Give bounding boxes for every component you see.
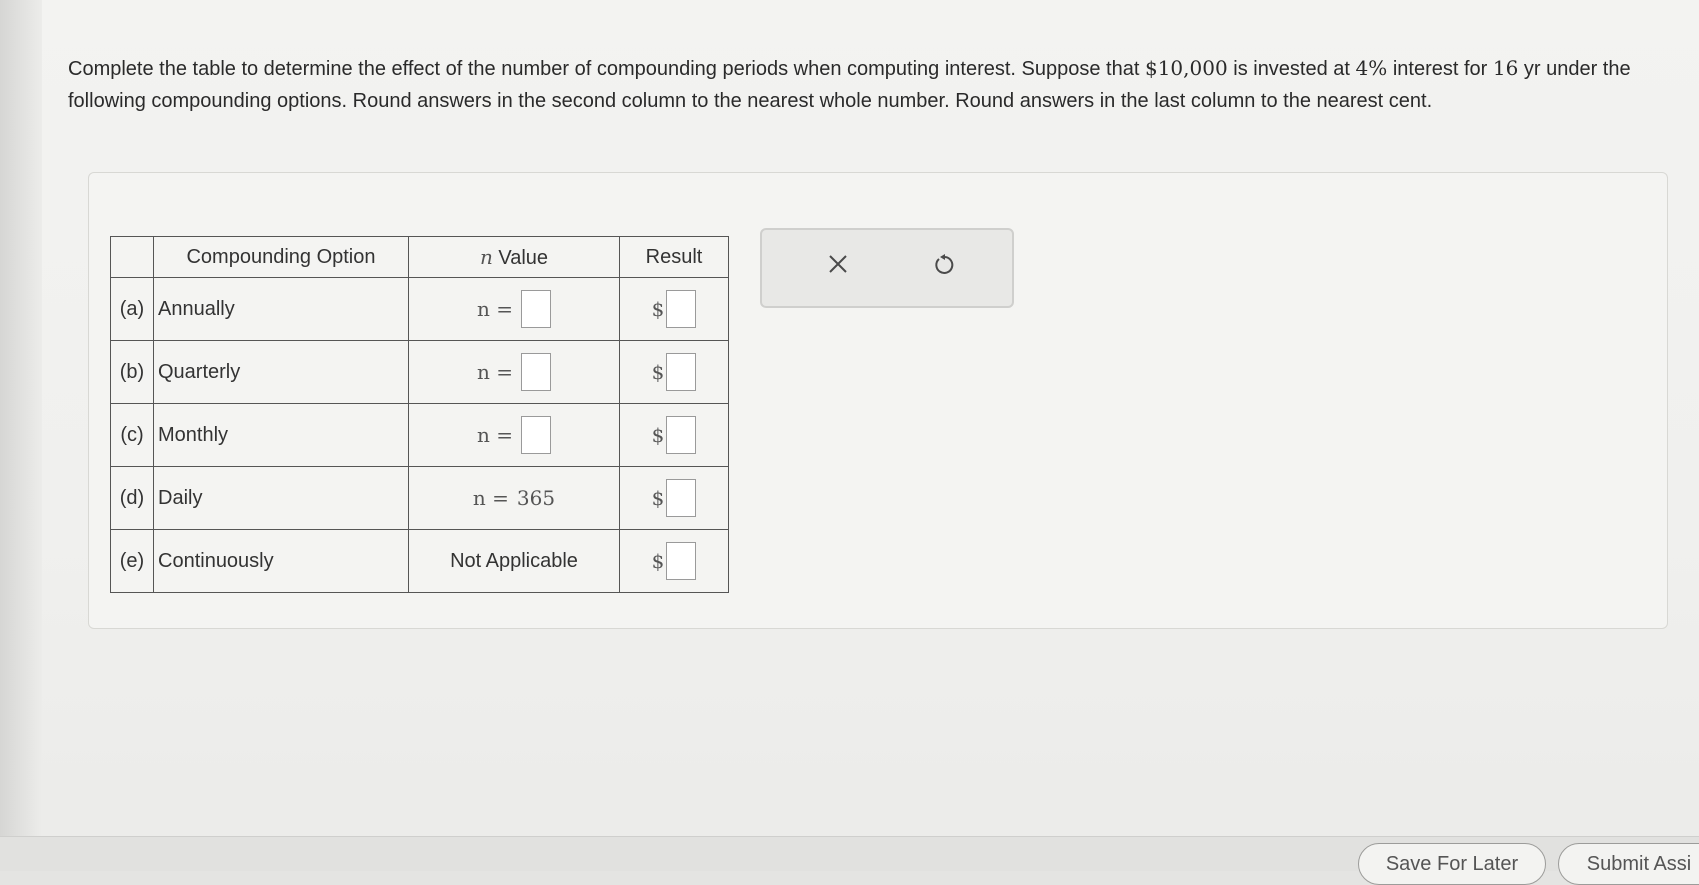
row-option: Continuously	[153, 529, 409, 593]
n-given-value: 365	[516, 485, 556, 510]
save-for-later-button[interactable]: Save For Later	[1358, 843, 1546, 885]
row-option: Monthly	[153, 403, 409, 467]
result-cell: $	[619, 340, 729, 404]
row-option: Daily	[153, 466, 409, 530]
result-cell: $	[619, 403, 729, 467]
table-row: (b) Quarterly n = $	[110, 340, 729, 404]
table-header-row: Compounding Option n Value Result	[110, 236, 729, 278]
table-row: (d) Daily n = 365 $	[110, 466, 729, 530]
left-edge	[0, 0, 42, 870]
submit-assignment-button[interactable]: Submit Assi	[1558, 843, 1699, 885]
n-equals: n =	[477, 423, 513, 447]
principal-amount: $10,000	[1144, 56, 1228, 80]
tool-panel	[760, 228, 1014, 308]
result-cell: $	[619, 277, 729, 341]
header-result: Result	[619, 236, 729, 278]
n-value-cell: n = 365	[408, 466, 620, 530]
n-input[interactable]	[521, 416, 551, 454]
interest-rate: 4%	[1355, 56, 1388, 80]
header-blank	[110, 236, 154, 278]
row-letter: (d)	[110, 466, 154, 530]
result-input[interactable]	[666, 479, 697, 517]
header-n-value: n Value	[408, 236, 620, 278]
dollar-sign: $	[651, 423, 665, 447]
result-input[interactable]	[666, 353, 697, 391]
n-value-cell: n =	[408, 277, 620, 341]
compounding-table: Compounding Option n Value Result (a) An…	[110, 236, 729, 593]
n-equals: n =	[472, 485, 509, 510]
header-option: Compounding Option	[153, 236, 409, 278]
n-value-cell: n =	[408, 403, 620, 467]
table-row: (a) Annually n = $	[110, 277, 729, 341]
reset-button[interactable]	[924, 246, 964, 286]
row-option: Quarterly	[153, 340, 409, 404]
dollar-sign: $	[651, 486, 665, 510]
n-equals: n =	[477, 360, 513, 384]
n-input[interactable]	[521, 290, 551, 328]
n-input[interactable]	[521, 353, 551, 391]
clear-button[interactable]	[818, 246, 858, 286]
undo-icon	[933, 253, 955, 280]
result-input[interactable]	[666, 290, 697, 328]
n-value-cell: Not Applicable	[408, 529, 620, 593]
table-row: (c) Monthly n = $	[110, 403, 729, 467]
row-option: Annually	[153, 277, 409, 341]
result-cell: $	[619, 466, 729, 530]
n-value-cell: n =	[408, 340, 620, 404]
row-letter: (c)	[110, 403, 154, 467]
row-letter: (b)	[110, 340, 154, 404]
time-years: 16	[1492, 56, 1519, 80]
close-icon	[827, 253, 849, 280]
dollar-sign: $	[651, 297, 665, 321]
page: Complete the table to determine the effe…	[0, 0, 1699, 885]
table-row: (e) Continuously Not Applicable $	[110, 529, 729, 593]
dollar-sign: $	[651, 360, 665, 384]
row-letter: (e)	[110, 529, 154, 593]
result-input[interactable]	[666, 542, 697, 580]
result-cell: $	[619, 529, 729, 593]
n-equals: n =	[477, 297, 513, 321]
result-input[interactable]	[666, 416, 697, 454]
question-text: Complete the table to determine the effe…	[68, 56, 1631, 112]
dollar-sign: $	[651, 549, 665, 573]
row-letter: (a)	[110, 277, 154, 341]
